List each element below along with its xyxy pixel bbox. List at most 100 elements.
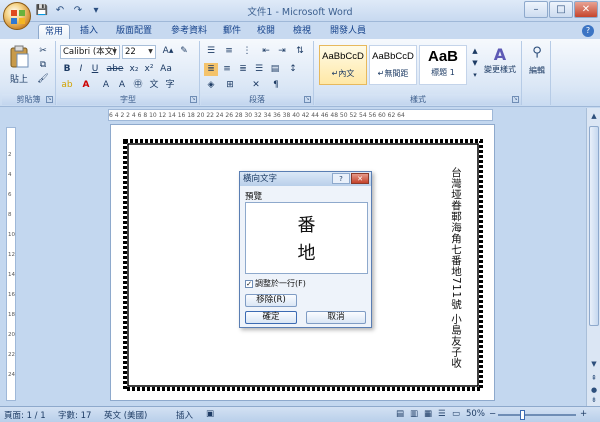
paste-icon xyxy=(10,45,29,68)
char-border-icon[interactable]: A xyxy=(115,79,129,92)
help-icon[interactable]: ? xyxy=(582,25,594,37)
asian-layout-icon[interactable]: ✕ xyxy=(249,79,263,92)
style-no-spacing[interactable]: AaBbCcD ↵無間距 xyxy=(369,45,417,85)
next-page-icon[interactable]: ⇟ xyxy=(588,394,600,406)
font-launcher-icon[interactable]: ↘ xyxy=(190,96,197,103)
scroll-up-icon[interactable]: ▲ xyxy=(588,110,600,122)
print-layout-icon[interactable]: ▤ xyxy=(396,409,404,419)
scroll-thumb[interactable] xyxy=(589,126,599,326)
web-layout-icon[interactable]: ▦ xyxy=(424,409,432,419)
preview-box: 番 地 xyxy=(245,202,368,274)
page-count[interactable]: 頁面: 1 / 1 xyxy=(4,409,46,421)
fit-in-line-checkbox[interactable]: ✓ 調整於一行(F) xyxy=(245,278,306,289)
subscript-button[interactable]: x₂ xyxy=(127,63,141,76)
char-scale-icon[interactable]: 字 xyxy=(163,79,177,92)
prev-page-icon[interactable]: ⇞ xyxy=(588,372,600,384)
chevron-down-icon: ▼ xyxy=(112,48,117,55)
grow-font-icon[interactable]: A▴ xyxy=(161,45,175,58)
zoom-level[interactable]: 50% xyxy=(466,409,485,419)
font-family-select[interactable]: Calibri (本文) ▼ xyxy=(60,45,120,59)
tab-view[interactable]: 檢視 xyxy=(288,24,316,39)
scroll-down-icon[interactable]: ▼ xyxy=(588,358,600,370)
zoom-slider-thumb[interactable] xyxy=(520,410,525,420)
outline-icon[interactable]: ☰ xyxy=(438,409,446,419)
language-indicator[interactable]: 英文 (美國) xyxy=(104,409,147,421)
copy-icon[interactable]: ⧉ xyxy=(36,59,50,72)
macro-record-icon[interactable]: ▣ xyxy=(206,409,214,419)
tab-references[interactable]: 參考資料 xyxy=(165,24,213,39)
align-left-icon[interactable]: ≣ xyxy=(204,63,218,76)
align-right-icon[interactable]: ≣ xyxy=(236,63,250,76)
word-count[interactable]: 字數: 17 xyxy=(58,409,91,421)
status-bar: 頁面: 1 / 1 字數: 17 英文 (美國) 插入 ▣ ▤ ▥ ▦ ☰ ▭ … xyxy=(0,406,600,422)
justify-icon[interactable]: ☰ xyxy=(252,63,266,76)
vruler-tick: 16 xyxy=(8,292,15,298)
line-spacing-icon[interactable]: ↕ xyxy=(286,63,300,76)
vruler-tick: 12 xyxy=(8,252,15,258)
styles-scroll-icon[interactable]: ▲ ▼ ▾ xyxy=(468,45,482,85)
vertical-scrollbar[interactable]: ▲ ▼ ⇞ ● ⇟ xyxy=(586,108,600,406)
multilevel-list-icon[interactable]: ⋮ xyxy=(240,45,254,58)
clipboard-launcher-icon[interactable]: ↘ xyxy=(46,96,53,103)
clear-format-icon[interactable]: ✎ xyxy=(177,45,191,58)
remove-button[interactable]: 移除(R) xyxy=(245,294,297,307)
styles-launcher-icon[interactable]: ↘ xyxy=(512,96,519,103)
distributed-icon[interactable]: ▤ xyxy=(268,63,282,76)
tab-review[interactable]: 校閱 xyxy=(252,24,280,39)
bold-button[interactable]: B xyxy=(60,63,74,76)
paste-button[interactable]: 貼上 xyxy=(6,45,32,89)
tab-mailings[interactable]: 郵件 xyxy=(218,24,246,39)
show-marks-icon[interactable]: ¶ xyxy=(269,79,283,92)
style-normal[interactable]: AaBbCcD ↵內文 xyxy=(319,45,367,85)
dialog-help-button[interactable]: ? xyxy=(332,173,350,184)
char-shading-icon[interactable]: A xyxy=(99,79,113,92)
borders-icon[interactable]: ⊞ xyxy=(223,79,237,92)
decrease-indent-icon[interactable]: ⇤ xyxy=(259,45,273,58)
insert-mode[interactable]: 插入 xyxy=(176,409,193,421)
font-size-select[interactable]: 22 ▼ xyxy=(122,45,156,59)
shading-icon[interactable]: ◈ xyxy=(204,79,218,92)
numbering-icon[interactable]: ≡ xyxy=(222,45,236,58)
tab-insert[interactable]: 插入 xyxy=(74,24,104,39)
italic-button[interactable]: I xyxy=(74,63,88,76)
format-painter-icon[interactable]: 🖌 xyxy=(36,73,50,86)
bullets-icon[interactable]: ☰ xyxy=(204,45,218,58)
editing-button[interactable]: ⚲ 編輯 xyxy=(525,45,549,89)
superscript-button[interactable]: x² xyxy=(142,63,156,76)
office-button[interactable] xyxy=(3,2,31,30)
close-button[interactable]: ✕ xyxy=(574,1,598,18)
dialog-close-button[interactable]: ✕ xyxy=(351,173,369,184)
minimize-button[interactable]: – xyxy=(524,1,548,18)
vruler-tick: 22 xyxy=(8,352,15,358)
strikethrough-button[interactable]: abe xyxy=(105,63,125,76)
maximize-button[interactable]: □ xyxy=(549,1,573,18)
vertical-ruler[interactable]: 2 4 6 8 10 12 14 16 18 20 22 24 xyxy=(6,127,16,401)
zoom-out-button[interactable]: − xyxy=(489,409,496,419)
phonetic-guide-icon[interactable]: 文 xyxy=(147,79,161,92)
increase-indent-icon[interactable]: ⇥ xyxy=(275,45,289,58)
ok-button[interactable]: 確定 xyxy=(245,311,297,324)
sort-icon[interactable]: ⇅ xyxy=(293,45,307,58)
tab-home[interactable]: 常用 xyxy=(38,24,70,39)
paragraph-launcher-icon[interactable]: ↘ xyxy=(304,96,311,103)
highlight-icon[interactable]: ab xyxy=(60,79,74,92)
full-screen-reading-icon[interactable]: ▥ xyxy=(410,409,418,419)
tab-developer[interactable]: 開發人員 xyxy=(326,24,370,39)
horizontal-in-vertical-dialog: 橫向文字 ? ✕ 預覽 番 地 ✓ 調整於一行(F) 移除(R) 確定 取消 xyxy=(239,171,372,328)
style-heading1[interactable]: AaB 標題 1 xyxy=(419,45,467,85)
zoom-in-button[interactable]: + xyxy=(580,409,587,419)
tab-layout[interactable]: 版面配置 xyxy=(110,24,158,39)
change-case-button[interactable]: Aa xyxy=(157,63,175,76)
horizontal-ruler[interactable]: 6 4 2 2 4 6 8 10 12 14 16 18 20 22 24 26… xyxy=(108,109,493,121)
underline-button[interactable]: U xyxy=(88,63,102,76)
align-center-icon[interactable]: ≡ xyxy=(220,63,234,76)
draft-icon[interactable]: ▭ xyxy=(452,409,460,419)
checkbox-checked-icon[interactable]: ✓ xyxy=(245,279,253,288)
change-styles-button[interactable]: A 變更樣式 xyxy=(481,45,519,89)
cut-icon[interactable]: ✂ xyxy=(36,45,50,58)
font-color-icon[interactable]: A xyxy=(79,79,93,92)
enclose-char-icon[interactable]: ㊥ xyxy=(131,79,145,92)
editing-group: ⚲ 編輯 xyxy=(523,41,551,105)
zoom-slider[interactable] xyxy=(498,414,576,416)
cancel-button[interactable]: 取消 xyxy=(306,311,366,324)
